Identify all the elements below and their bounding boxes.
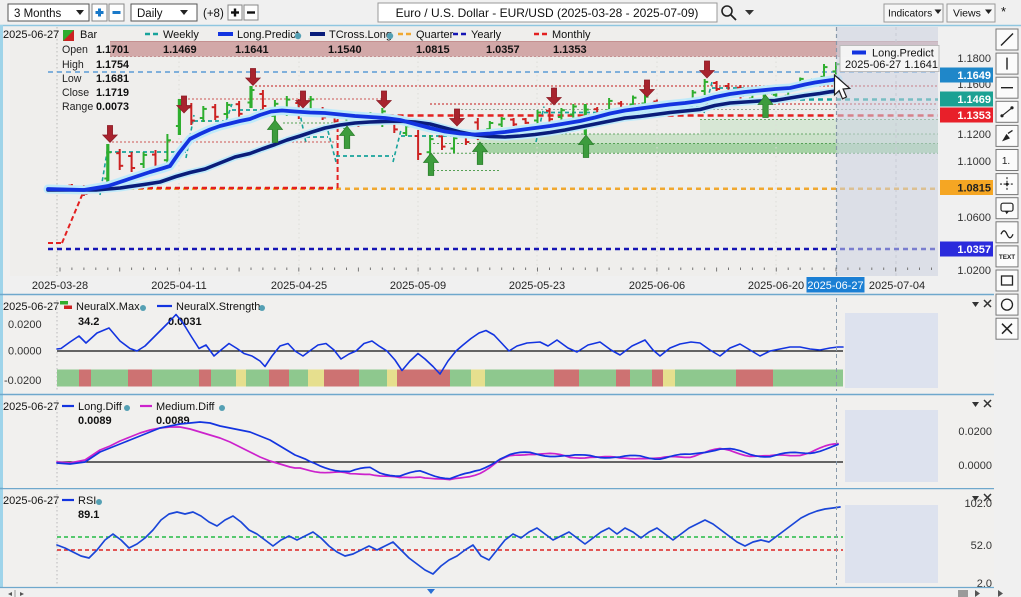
svg-text:1.0357: 1.0357 — [486, 44, 520, 56]
svg-text:2025-05-09: 2025-05-09 — [390, 280, 446, 292]
svg-text:High: High — [62, 59, 84, 71]
svg-text:1.1800: 1.1800 — [957, 53, 991, 65]
svg-text:1.1719: 1.1719 — [96, 87, 129, 99]
svg-text:Range: Range — [62, 101, 93, 113]
svg-text:1.0200: 1.0200 — [957, 265, 991, 277]
svg-text:2025-07-04: 2025-07-04 — [869, 280, 925, 292]
svg-text:(+8): (+8) — [203, 8, 224, 20]
svg-text:102.0: 102.0 — [964, 498, 992, 510]
svg-text:Open: Open — [62, 44, 88, 56]
svg-text:0.0000: 0.0000 — [958, 460, 992, 472]
svg-text:34.2: 34.2 — [78, 316, 99, 328]
svg-text:1.1641: 1.1641 — [235, 44, 269, 56]
svg-text:*: * — [1001, 4, 1006, 19]
svg-text:2025-06-06: 2025-06-06 — [629, 280, 685, 292]
svg-text:2025-06-27: 2025-06-27 — [3, 401, 59, 413]
svg-text:1.1469: 1.1469 — [957, 94, 991, 106]
svg-text:0.0200: 0.0200 — [8, 319, 42, 331]
svg-text:1.0815: 1.0815 — [957, 183, 991, 195]
svg-text:Bar: Bar — [80, 29, 97, 41]
svg-text:0.0000: 0.0000 — [8, 346, 42, 358]
svg-text:1.1200: 1.1200 — [957, 129, 991, 141]
svg-text:Medium.Diff: Medium.Diff — [156, 401, 215, 413]
svg-text:Daily: Daily — [137, 8, 163, 20]
svg-text:Monthly: Monthly — [552, 29, 591, 41]
svg-text:2025-06-27: 2025-06-27 — [3, 495, 59, 507]
svg-text:TCross.Long: TCross.Long — [329, 29, 392, 41]
svg-text:Weekly: Weekly — [163, 29, 199, 41]
svg-text:RSI: RSI — [78, 495, 96, 507]
svg-text:2025-06-27 1.1641: 2025-06-27 1.1641 — [845, 59, 938, 71]
svg-text:2025-04-11: 2025-04-11 — [151, 280, 206, 292]
svg-text:NeuralX.Max: NeuralX.Max — [76, 301, 140, 313]
svg-text:2025-05-23: 2025-05-23 — [509, 280, 565, 292]
svg-text:2025-03-28: 2025-03-28 — [32, 280, 88, 292]
svg-text:1.1701: 1.1701 — [96, 44, 129, 56]
svg-text:52.0: 52.0 — [971, 540, 992, 552]
svg-text:Close: Close — [62, 87, 89, 99]
svg-text:1.: 1. — [1002, 156, 1010, 167]
svg-text:Long.Diff: Long.Diff — [78, 401, 123, 413]
svg-text:Euro / U.S. Dollar - EUR/USD (: Euro / U.S. Dollar - EUR/USD (2025-03-28… — [396, 6, 699, 20]
svg-text:Low: Low — [62, 73, 82, 85]
svg-text:1.1469: 1.1469 — [163, 44, 197, 56]
svg-text:0.0089: 0.0089 — [78, 415, 112, 427]
svg-text:0.0073: 0.0073 — [96, 101, 129, 113]
svg-text:1.0815: 1.0815 — [416, 44, 450, 56]
svg-text:2025-06-27: 2025-06-27 — [3, 301, 59, 313]
svg-text:-0.0200: -0.0200 — [4, 375, 41, 387]
svg-text:1.0357: 1.0357 — [957, 244, 991, 256]
svg-text:1.1000: 1.1000 — [957, 156, 991, 168]
svg-text:2025-06-27: 2025-06-27 — [3, 29, 59, 41]
svg-text:TEXT: TEXT — [999, 254, 1015, 261]
svg-text:1.1681: 1.1681 — [96, 73, 129, 85]
svg-text:3 Months: 3 Months — [14, 8, 62, 20]
svg-text:1.1754: 1.1754 — [96, 59, 129, 71]
svg-text:2025-06-27: 2025-06-27 — [807, 280, 863, 292]
svg-text:1.1649: 1.1649 — [957, 70, 991, 82]
svg-text:Long.Predict: Long.Predict — [872, 48, 934, 60]
svg-text:1.0600: 1.0600 — [957, 212, 991, 224]
svg-text:0.0200: 0.0200 — [958, 426, 992, 438]
svg-text:Indicators: Indicators — [888, 9, 932, 20]
svg-text:Yearly: Yearly — [471, 29, 502, 41]
svg-text:2025-06-20: 2025-06-20 — [748, 280, 804, 292]
svg-text:2025-04-25: 2025-04-25 — [271, 280, 327, 292]
svg-text:1.1540: 1.1540 — [328, 44, 362, 56]
svg-text:Quarter: Quarter — [416, 29, 454, 41]
svg-text:1.1353: 1.1353 — [957, 110, 991, 122]
svg-text:Views: Views — [953, 8, 981, 20]
svg-text:89.1: 89.1 — [78, 509, 99, 521]
svg-text:NeuralX.Strength: NeuralX.Strength — [176, 301, 260, 313]
svg-text:Long.Predict: Long.Predict — [237, 29, 299, 41]
svg-text:1.1353: 1.1353 — [553, 44, 587, 56]
